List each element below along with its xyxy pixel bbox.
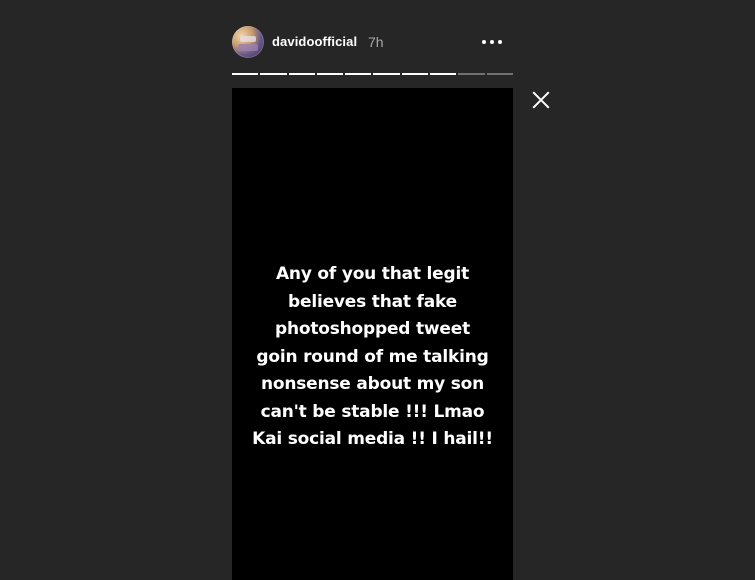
progress-segment xyxy=(316,73,344,75)
profile-avatar-icon[interactable] xyxy=(232,26,264,58)
progress-segment xyxy=(373,73,400,75)
close-icon[interactable] xyxy=(531,90,551,110)
progress-segment xyxy=(260,73,287,75)
progress-segment xyxy=(458,73,485,75)
story-content[interactable]: Any of you that legit believes that fake… xyxy=(232,88,513,580)
story-header: davidoofficial 7h xyxy=(232,26,513,58)
progress-segment xyxy=(401,73,429,75)
progress-segment xyxy=(288,73,315,75)
progress-segment xyxy=(345,73,372,75)
progress-segment xyxy=(430,73,457,75)
story-timestamp: 7h xyxy=(368,34,384,50)
story-progress-bar xyxy=(232,73,513,75)
story-text: Any of you that legit believes that fake… xyxy=(252,264,493,449)
progress-segment xyxy=(486,73,513,75)
username-link[interactable]: davidoofficial xyxy=(272,34,357,49)
more-options-icon[interactable] xyxy=(481,32,507,52)
progress-segment xyxy=(232,73,259,75)
